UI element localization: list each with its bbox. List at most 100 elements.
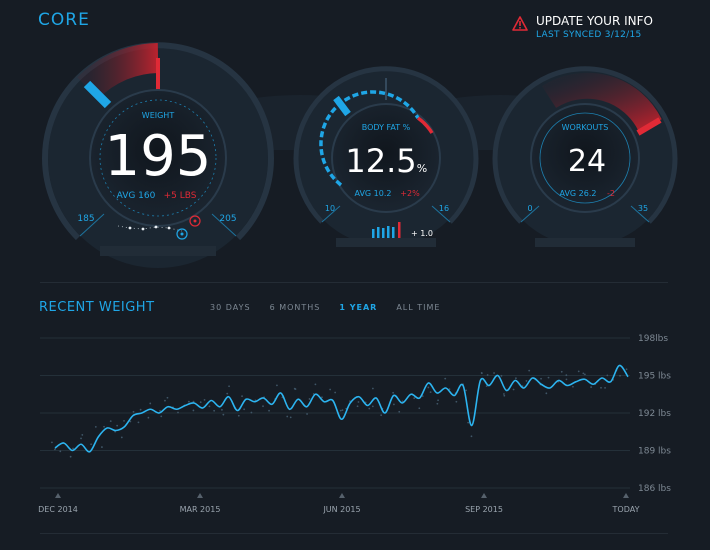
chart-reading-dot [208, 405, 211, 408]
weight-gauge: WEIGHT 195 AVG 160 +5 LBS 185 205 [42, 42, 274, 268]
chart-reading-dot [455, 400, 458, 403]
chart-reading-dot [116, 424, 119, 427]
body-fat-delta: +2% [400, 189, 420, 198]
chart-reading-dot [577, 370, 580, 373]
chart-reading-dot [540, 377, 542, 380]
chart-reading-dot [334, 391, 337, 394]
tab-6-months[interactable]: 6 MONTHS [270, 303, 321, 312]
tab-all-time[interactable]: ALL TIME [396, 303, 440, 312]
chart-reading-dot [582, 372, 585, 375]
chart-reading-dot [436, 402, 439, 405]
chart-reading-dot [314, 383, 317, 386]
x-tick-label: DEC 2014 [38, 505, 78, 514]
recent-weight-title: RECENT WEIGHT [39, 300, 155, 315]
chart-reading-dot [192, 409, 195, 412]
chart-reading-dot [237, 414, 240, 417]
chart-reading-dot [565, 374, 568, 377]
gauges-panel: WEIGHT 195 AVG 160 +5 LBS 185 205 BODY F… [42, 42, 678, 268]
weight-trend-line [54, 364, 629, 453]
x-tick-label: MAR 2015 [180, 505, 221, 514]
chart-reading-dot [503, 394, 506, 397]
chart-reading-dot [467, 421, 470, 424]
chart-reading-dot [203, 399, 206, 401]
chart-reading-dot [51, 441, 53, 444]
chart-reading-dot [583, 373, 586, 376]
chart-reading-dot [590, 386, 593, 388]
weight-min-label: 185 [77, 214, 94, 224]
chart-reading-dot [103, 425, 105, 428]
chart-reading-dot [268, 409, 270, 412]
chart-reading-dot [187, 400, 190, 403]
range-tabs: 30 DAYS 6 MONTHS 1 YEAR ALL TIME [210, 303, 459, 312]
chart-reading-dot [503, 393, 505, 395]
chart-reading-dot [226, 392, 229, 395]
x-tick-marker [55, 493, 61, 498]
chart-reading-dot [380, 414, 383, 417]
chart-reading-dot [486, 374, 489, 376]
chart-reading-dot [101, 446, 103, 448]
tab-1-year[interactable]: 1 YEAR [339, 303, 377, 312]
chart-reading-dot [329, 388, 332, 391]
chart-reading-dot [398, 410, 401, 413]
weight-value: 195 [105, 124, 212, 189]
chart-reading-dot [547, 376, 550, 379]
chart-reading-dot [560, 370, 563, 373]
body-fat-trend-value: + 1.0 [411, 229, 433, 238]
y-tick-label: 198lbs [638, 334, 668, 344]
chart-reading-dot [120, 436, 123, 439]
weight-gauge-base [100, 246, 216, 256]
chart-reading-dot [604, 386, 606, 389]
chart-reading-dot [444, 377, 447, 380]
body-fat-avg: AVG 10.2 [355, 189, 392, 198]
workouts-avg: AVG 26.2 [560, 189, 597, 198]
workouts-delta: -2 [607, 189, 615, 198]
y-tick-label: 186 lbs [638, 484, 671, 494]
workouts-label: WORKOUTS [562, 123, 609, 132]
chart-reading-dot [94, 425, 97, 428]
chart-reading-dot [528, 369, 531, 372]
chart-reading-dot [619, 374, 621, 377]
y-tick-label: 192 lbs [638, 409, 671, 419]
chart-reading-dot [166, 396, 169, 399]
chart-reading-dot [59, 450, 62, 453]
chart-reading-dot [393, 403, 395, 406]
workouts-gauge: WORKOUTS 24 AVG 26.2 -2 0 35 [492, 66, 678, 247]
chart-reading-dot [222, 413, 225, 416]
weight-label: WEIGHT [142, 111, 175, 120]
chart-reading-dot [243, 408, 246, 411]
tab-30-days[interactable]: 30 DAYS [210, 303, 251, 312]
chart-reading-dot [132, 410, 135, 413]
chart-reading-dot [213, 409, 216, 412]
chart-reading-dot [241, 395, 243, 398]
chart-reading-dot [368, 407, 371, 410]
chart-reading-dot [512, 388, 515, 391]
chart-reading-dot [545, 392, 548, 395]
recent-weight-chart: 198lbs 195 lbs 192 lbs 189 lbs 186 lbs DEC 20… [38, 334, 671, 514]
chart-reading-dot [308, 398, 311, 400]
workouts-min-label: 0 [527, 204, 532, 213]
chart-reading-dot [429, 391, 432, 394]
chart-reading-dot [221, 408, 223, 411]
chart-reading-dot [139, 408, 142, 411]
chart-reading-dot [321, 396, 323, 399]
x-tick-marker [623, 493, 629, 498]
x-tick-marker [197, 493, 203, 498]
x-tick-marker [339, 493, 345, 498]
chart-reading-dot [177, 411, 179, 414]
chart-reading-dot [371, 405, 374, 408]
chart-reading-dot [90, 443, 93, 446]
chart-reading-dot [80, 437, 82, 440]
chart-reading-dot [500, 374, 503, 377]
chart-reading-dot [276, 384, 278, 387]
y-tick-label: 189 lbs [638, 447, 671, 457]
weight-max-label: 205 [219, 214, 236, 224]
chart-reading-dot [228, 385, 230, 388]
chart-reading-dot [371, 387, 374, 390]
chart-reading-dot [625, 368, 628, 371]
chart-reading-dot [600, 386, 602, 389]
x-tick-label: JUN 2015 [322, 505, 360, 514]
body-fat-value: 12.5 [345, 142, 416, 180]
chart-reading-dot [480, 372, 483, 375]
chart-reading-dot [147, 416, 150, 419]
chart-reading-dot [289, 416, 292, 419]
